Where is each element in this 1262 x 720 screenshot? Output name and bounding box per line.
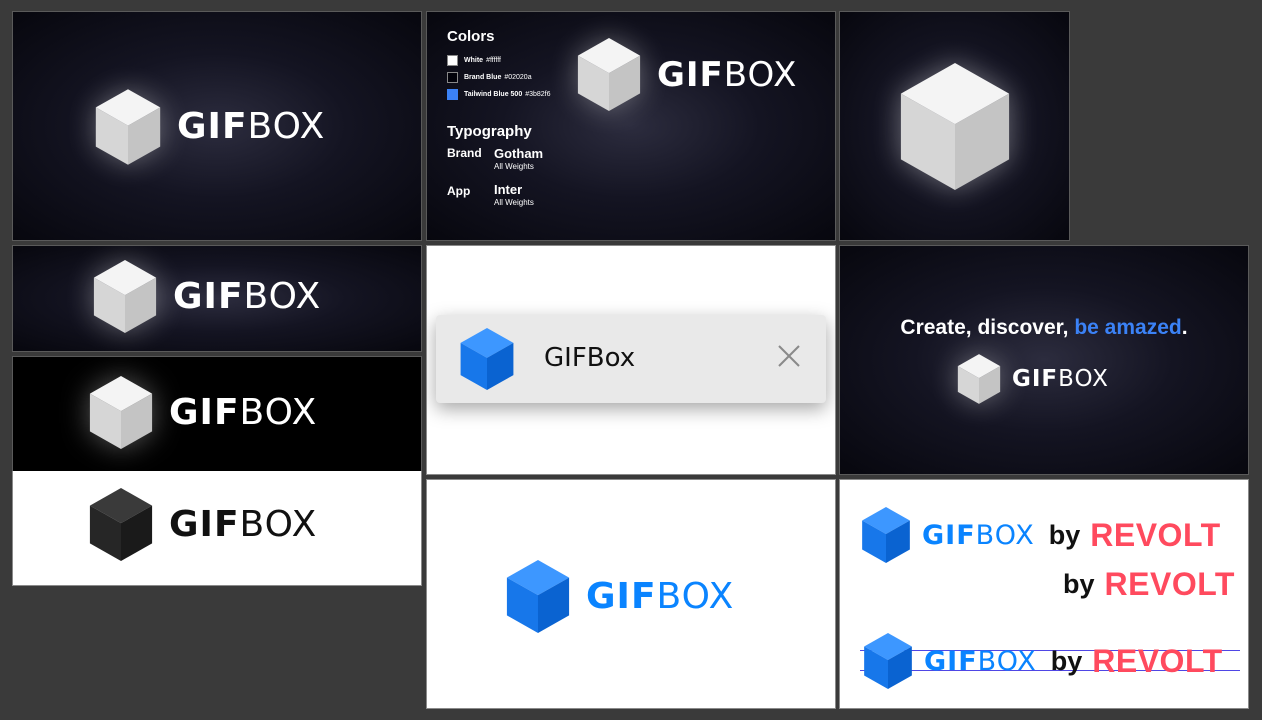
partner-byline: by REVOLT bbox=[1063, 566, 1235, 603]
logo-lockup: GIFBOX bbox=[956, 354, 1109, 404]
cube-logo-icon bbox=[89, 488, 153, 561]
logo-lockup: GIFBOX bbox=[575, 38, 797, 111]
typo-role-app: App bbox=[447, 184, 471, 198]
swatch-tailwind-blue: Tailwind Blue 500 #3b82f6 bbox=[447, 89, 551, 100]
by-label: by bbox=[1048, 519, 1081, 550]
cube-logo-icon bbox=[862, 507, 910, 563]
cube-logo-icon bbox=[89, 376, 153, 449]
logo-lockup: GIFBOX bbox=[91, 260, 321, 333]
colors-heading: Colors bbox=[447, 28, 495, 45]
typo-weights: All Weights bbox=[494, 162, 534, 171]
logo-dark-banner-panel: GIFBOX bbox=[12, 245, 422, 352]
brand-guidelines-panel: Colors White #ffffff Brand Blue #02020a Ta… bbox=[426, 11, 836, 241]
partner-lockup: GIFBOX by REVOLT bbox=[860, 507, 1221, 563]
partner-lockup-panel: GIFBOX by REVOLT by REVOLT GIFBOX by REV… bbox=[839, 479, 1249, 709]
revolt-wordmark: REVOLT bbox=[1090, 516, 1221, 553]
swatch-white: White #ffffff bbox=[447, 55, 501, 66]
app-chip-title: GIFBox bbox=[544, 343, 636, 373]
wordmark: GIFBOX bbox=[177, 106, 326, 147]
typography-heading: Typography bbox=[447, 123, 532, 140]
logo-white-mono-panel: GIFBOX bbox=[12, 471, 422, 586]
cube-logo-icon bbox=[460, 328, 514, 390]
wordmark: GIFBOX bbox=[169, 503, 318, 545]
logo-lockup: GIFBOX bbox=[504, 560, 734, 633]
app-chip[interactable]: GIFBox bbox=[436, 315, 826, 403]
cube-logo-icon bbox=[95, 89, 161, 165]
cube-logo-icon bbox=[957, 354, 1001, 404]
tagline-accent: be amazed bbox=[1074, 316, 1182, 339]
swatch-chip bbox=[447, 72, 458, 83]
typo-font-gotham: Gotham bbox=[494, 146, 544, 161]
wordmark: GIFBOX bbox=[586, 575, 735, 617]
typo-font-inter: Inter bbox=[494, 182, 523, 197]
revolt-wordmark: REVOLT bbox=[1092, 642, 1223, 679]
swatch-chip bbox=[447, 89, 458, 100]
typo-weights: All Weights bbox=[494, 198, 534, 207]
swatch-chip bbox=[447, 55, 458, 66]
logo-black-panel: GIFBOX bbox=[12, 356, 422, 471]
logo-lockup: GIFBOX bbox=[87, 376, 317, 449]
logo-lockup: GIFBOX bbox=[87, 488, 317, 561]
tagline: Create, discover, be amazed. bbox=[900, 316, 1188, 339]
cube-logo-icon bbox=[864, 633, 912, 689]
wordmark: GIFBOX bbox=[922, 519, 1035, 551]
revolt-wordmark: REVOLT bbox=[1104, 566, 1235, 602]
swatch-brand-blue: Brand Blue #02020a bbox=[447, 72, 532, 83]
cube-logo-icon bbox=[900, 63, 1010, 190]
app-chip-panel: GIFBox bbox=[426, 245, 836, 475]
by-label: by bbox=[1050, 645, 1083, 676]
close-icon[interactable] bbox=[776, 343, 802, 369]
wordmark: GIFBOX bbox=[924, 645, 1037, 677]
logo-lockup: GIFBOX bbox=[93, 89, 325, 165]
partner-lockup-guides: GIFBOX by REVOLT bbox=[862, 633, 1223, 689]
wordmark: GIFBOX bbox=[1012, 365, 1109, 392]
cube-logo-icon bbox=[506, 560, 570, 633]
cube-icon-panel bbox=[839, 11, 1070, 241]
wordmark: GIFBOX bbox=[169, 391, 318, 433]
tagline-panel: Create, discover, be amazed. GIFBOX bbox=[839, 245, 1249, 475]
typo-role-brand: Brand bbox=[447, 146, 482, 160]
cube-logo-icon bbox=[93, 260, 157, 333]
wordmark: GIFBOX bbox=[173, 275, 322, 317]
cube-logo-icon bbox=[577, 38, 641, 111]
logo-blue-white-panel: GIFBOX bbox=[426, 479, 836, 709]
by-label: by bbox=[1063, 569, 1095, 599]
logo-dark-large-panel: GIFBOX bbox=[12, 11, 422, 241]
wordmark: GIFBOX bbox=[657, 54, 798, 95]
